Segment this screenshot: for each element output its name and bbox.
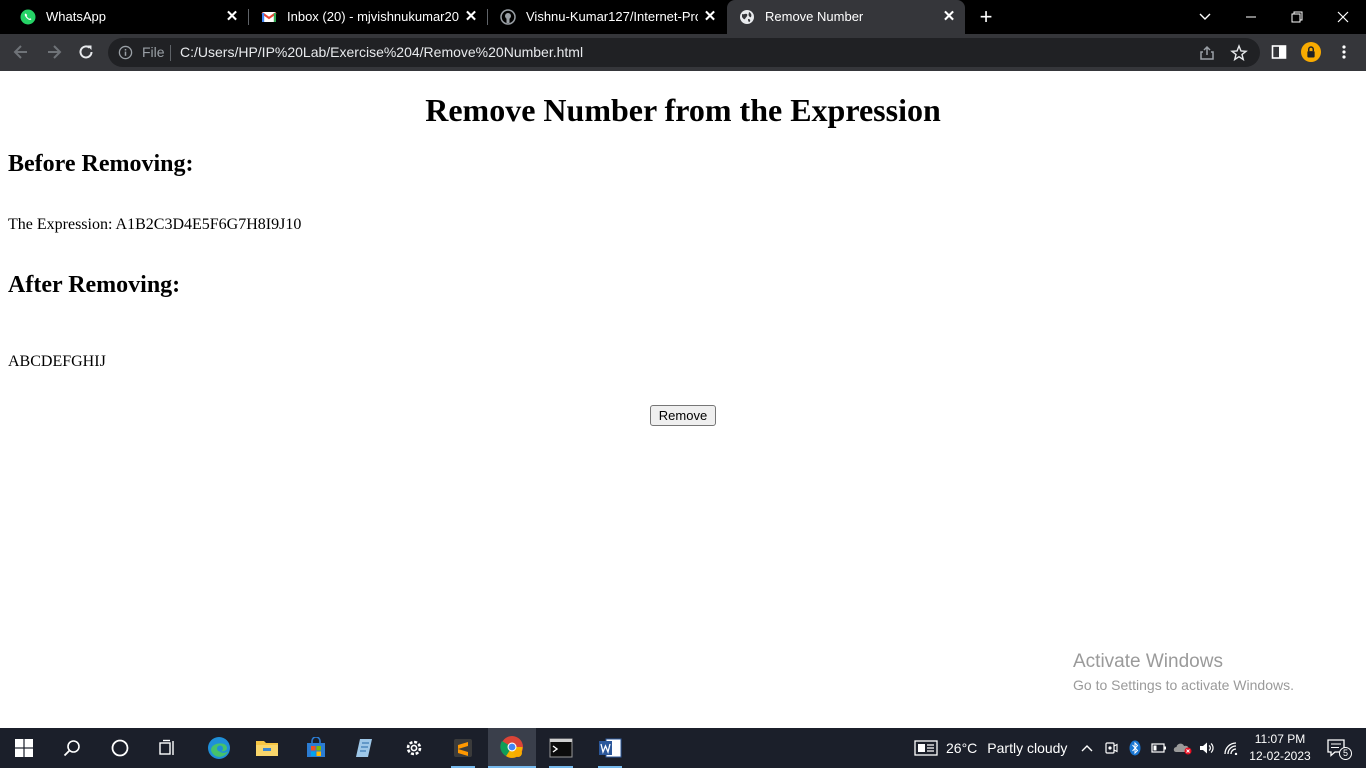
scheme-label: File — [142, 44, 165, 60]
volume-icon[interactable] — [1198, 728, 1216, 768]
tab-title: Inbox (20) - mjvishnukumar2003@ — [287, 9, 459, 24]
weather-condition: Partly cloudy — [987, 740, 1068, 756]
remove-button[interactable]: Remove — [650, 405, 716, 426]
globe-icon — [740, 10, 754, 24]
clock-date: 12-02-2023 — [1249, 749, 1311, 763]
tab-remove-number[interactable]: Remove Number ✕ — [727, 0, 965, 34]
activate-windows-watermark: Activate Windows Go to Settings to activ… — [1073, 651, 1294, 693]
page-title: Remove Number from the Expression — [425, 92, 941, 128]
close-icon[interactable]: ✕ — [702, 9, 718, 25]
clock-time: 11:07 PM — [1254, 732, 1306, 746]
gmail-icon — [261, 12, 277, 22]
browser-tab-strip: WhatsApp ✕ Inbox (20) - mjvishnukumar200… — [0, 0, 1366, 34]
chrome-icon[interactable] — [488, 728, 536, 768]
cortana-icon[interactable] — [96, 728, 144, 768]
new-tab-icon[interactable]: + — [977, 6, 995, 28]
forward-icon[interactable] — [42, 40, 66, 64]
divider — [170, 45, 171, 61]
onedrive-icon[interactable] — [1172, 728, 1194, 768]
minimize-icon[interactable] — [1228, 0, 1274, 34]
close-window-icon[interactable] — [1320, 0, 1366, 34]
address-bar[interactable]: File C:/Users/HP/IP%20Lab/Exercise%204/R… — [108, 38, 1260, 67]
tab-github[interactable]: Vishnu-Kumar127/Internet-Progr ✕ — [488, 0, 726, 34]
taskbar: 26°C Partly cloudy 11:07 PM 12-02-2023 5 — [0, 728, 1366, 768]
github-icon — [500, 9, 516, 25]
wifi-icon[interactable] — [1222, 728, 1240, 768]
bluetooth-icon[interactable] — [1126, 728, 1144, 768]
close-icon[interactable]: ✕ — [463, 9, 479, 25]
page-content: Remove Number from the Expression Before… — [0, 71, 1366, 728]
before-heading: Before Removing: — [8, 151, 194, 177]
system-clock[interactable]: 11:07 PM 12-02-2023 — [1244, 731, 1316, 765]
task-view-icon[interactable] — [144, 728, 192, 768]
notification-count: 5 — [1339, 747, 1352, 760]
windows-icon — [15, 739, 33, 757]
terminal-icon[interactable] — [537, 728, 585, 768]
tab-title: WhatsApp — [46, 9, 106, 24]
search-icon[interactable] — [48, 728, 96, 768]
after-heading: After Removing: — [8, 272, 181, 298]
bookmark-star-icon[interactable] — [1230, 44, 1248, 62]
close-icon[interactable]: ✕ — [224, 9, 240, 25]
watermark-title: Activate Windows — [1073, 651, 1223, 672]
notepad-icon[interactable] — [341, 728, 389, 768]
info-icon[interactable] — [118, 45, 133, 60]
watermark-subtitle: Go to Settings to activate Windows. — [1073, 677, 1294, 693]
share-icon[interactable] — [1198, 44, 1216, 62]
url-text[interactable]: C:/Users/HP/IP%20Lab/Exercise%204/Remove… — [180, 44, 583, 60]
result-text: ABCDEFGHIJ — [8, 353, 106, 370]
menu-icon[interactable] — [1334, 42, 1354, 62]
close-icon[interactable]: ✕ — [941, 9, 957, 25]
tab-search-icon[interactable] — [1182, 0, 1228, 34]
settings-gear-icon[interactable] — [390, 728, 438, 768]
chevron-up-icon[interactable] — [1078, 728, 1096, 768]
whatsapp-icon — [20, 9, 36, 25]
tab-title: Vishnu-Kumar127/Internet-Progr — [526, 9, 698, 24]
profile-avatar[interactable] — [1301, 42, 1321, 62]
file-explorer-icon[interactable] — [243, 728, 291, 768]
tab-title: Remove Number — [765, 9, 864, 24]
start-button[interactable] — [0, 728, 48, 768]
sublime-text-icon[interactable] — [439, 728, 487, 768]
news-icon — [914, 740, 938, 756]
tab-gmail[interactable]: Inbox (20) - mjvishnukumar2003@ ✕ — [249, 0, 487, 34]
word-icon[interactable] — [586, 728, 634, 768]
reload-icon[interactable] — [74, 40, 98, 64]
restore-icon[interactable] — [1274, 0, 1320, 34]
store-icon[interactable] — [292, 728, 340, 768]
back-icon[interactable] — [9, 40, 33, 64]
side-panel-icon[interactable] — [1269, 42, 1289, 62]
weather-temp: 26°C — [946, 740, 978, 756]
notification-center-icon[interactable]: 5 — [1322, 728, 1352, 768]
expression-text: The Expression: A1B2C3D4E5F6G7H8I9J10 — [8, 216, 302, 233]
meet-now-icon[interactable] — [1102, 728, 1120, 768]
edge-icon[interactable] — [195, 728, 243, 768]
weather-widget[interactable]: 26°C Partly cloudy — [914, 728, 1067, 768]
tab-whatsapp[interactable]: WhatsApp ✕ — [8, 0, 248, 34]
battery-icon[interactable] — [1150, 728, 1168, 768]
browser-toolbar: File C:/Users/HP/IP%20Lab/Exercise%204/R… — [0, 34, 1366, 71]
